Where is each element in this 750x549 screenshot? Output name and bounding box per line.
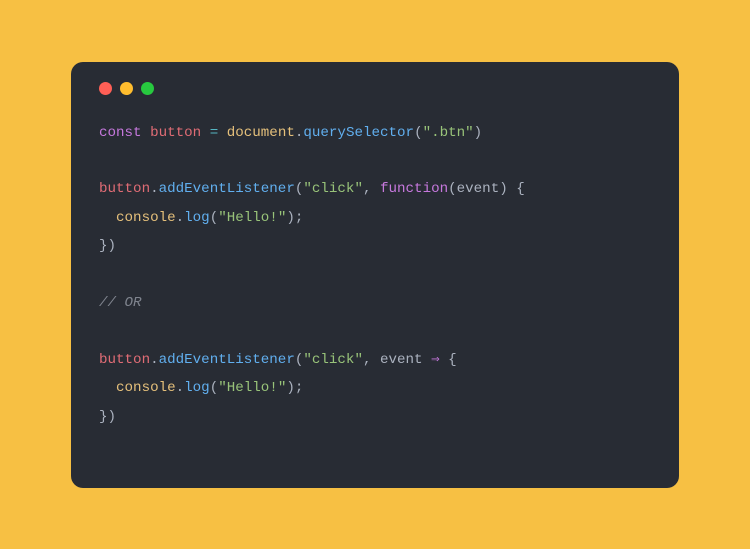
tok-string-click: "click"	[303, 352, 363, 368]
code-line-10: console.log("Hello!");	[99, 380, 303, 396]
tok-string-btn: ".btn"	[423, 125, 474, 141]
traffic-lights	[99, 82, 651, 95]
code-line-9: button.addEventListener("click", event ⇒…	[99, 352, 457, 368]
tok-event: event	[380, 352, 423, 368]
tok-button: button	[150, 125, 201, 141]
tok-string-hello: "Hello!"	[218, 210, 286, 226]
tok-document: document	[227, 125, 295, 141]
zoom-icon[interactable]	[141, 82, 154, 95]
code-window: const button = document.querySelector(".…	[71, 62, 679, 488]
code-block: const button = document.querySelector(".…	[99, 119, 651, 431]
tok-button: button	[99, 352, 150, 368]
tok-comment-or: // OR	[99, 295, 142, 311]
tok-event: event	[457, 181, 500, 197]
tok-arrow: ⇒	[431, 352, 440, 368]
tok-console: console	[116, 380, 176, 396]
tok-equals: =	[210, 125, 219, 141]
code-line-1: const button = document.querySelector(".…	[99, 125, 482, 141]
close-icon[interactable]	[99, 82, 112, 95]
code-line-7: // OR	[99, 295, 142, 311]
tok-addEventListener: addEventListener	[159, 181, 295, 197]
tok-function: function	[380, 181, 448, 197]
tok-string-click: "click"	[303, 181, 363, 197]
tok-log: log	[184, 380, 210, 396]
code-line-4: console.log("Hello!");	[99, 210, 303, 226]
code-line-5: })	[99, 238, 116, 254]
code-line-3: button.addEventListener("click", functio…	[99, 181, 525, 197]
tok-addEventListener: addEventListener	[159, 352, 295, 368]
tok-querySelector: querySelector	[303, 125, 414, 141]
code-line-11: })	[99, 409, 116, 425]
tok-const: const	[99, 125, 142, 141]
tok-button: button	[99, 181, 150, 197]
minimize-icon[interactable]	[120, 82, 133, 95]
tok-log: log	[184, 210, 210, 226]
tok-console: console	[116, 210, 176, 226]
tok-string-hello: "Hello!"	[218, 380, 286, 396]
